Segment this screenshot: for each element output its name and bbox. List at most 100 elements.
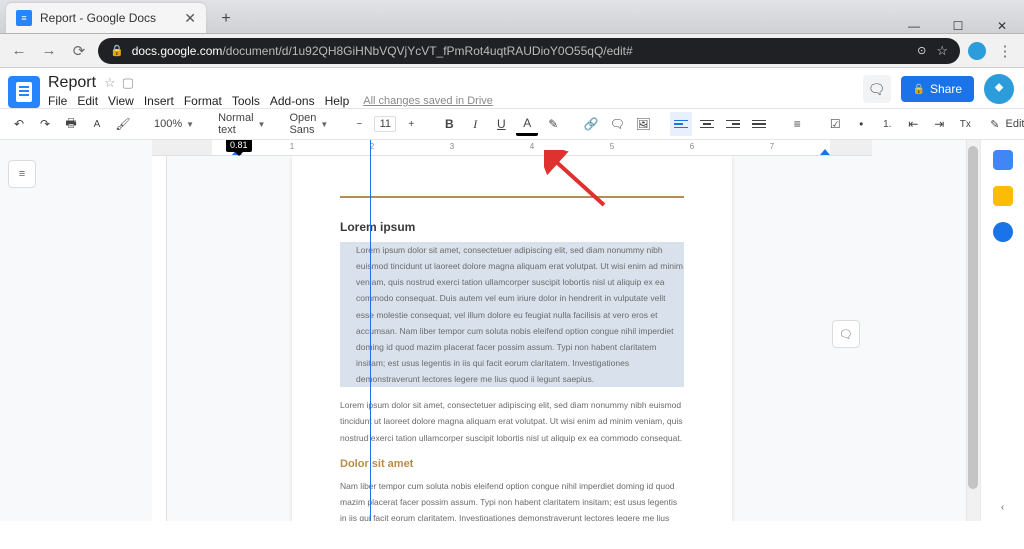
new-tab-button[interactable]: + [212, 5, 240, 33]
heading-1[interactable]: Lorem ipsum [340, 220, 684, 234]
nav-reload-button[interactable]: ⟳ [68, 40, 90, 62]
nav-forward-button[interactable]: → [38, 40, 60, 62]
zoom-select[interactable]: 100%▼ [150, 118, 198, 130]
menu-edit[interactable]: Edit [77, 94, 98, 108]
window-maximize-button[interactable]: ☐ [936, 19, 980, 33]
menu-bar: File Edit View Insert Format Tools Add-o… [48, 94, 493, 108]
font-family-select[interactable]: Open Sans▼ [285, 112, 332, 136]
insert-link-button[interactable]: 🔗 [580, 112, 602, 136]
docs-favicon-icon: ≡ [16, 10, 32, 26]
side-panel: ‹ [980, 140, 1024, 521]
outline-toggle-button[interactable]: ≡ [8, 160, 36, 188]
browser-tab-strip: ≡ Report - Google Docs ✕ + — ☐ ✕ [0, 0, 1024, 34]
numbered-list-button[interactable]: 1. [876, 112, 898, 136]
underline-button[interactable]: U [490, 112, 512, 136]
pencil-icon: ✎ [990, 118, 999, 131]
document-canvas[interactable]: 0.81 1 2 3 4 5 6 7 Lorem ipsum [44, 140, 980, 521]
nav-back-button[interactable]: ← [8, 40, 30, 62]
move-icon[interactable]: ▢ [122, 75, 134, 91]
paragraph[interactable]: Lorem ipsum dolor sit amet, consectetuer… [340, 397, 684, 445]
indent-tooltip: 0.81 [226, 140, 252, 152]
vertical-scrollbar[interactable] [966, 140, 980, 521]
increase-indent-button[interactable]: ⇥ [928, 112, 950, 136]
decrease-indent-button[interactable]: ⇤ [902, 112, 924, 136]
undo-button[interactable]: ↶ [8, 112, 30, 136]
address-bar[interactable]: 🔒 docs.google.com/document/d/1u92QH8GiHN… [98, 38, 960, 64]
menu-insert[interactable]: Insert [144, 94, 174, 108]
bold-button[interactable]: B [438, 112, 460, 136]
paragraph-selected[interactable]: Lorem ipsum dolor sit amet, consectetuer… [340, 242, 684, 387]
lock-icon: 🔒 [110, 44, 124, 57]
insert-image-button[interactable]: 🖼 [632, 112, 654, 136]
window-minimize-button[interactable]: — [892, 19, 936, 33]
open-comments-button[interactable]: 🗨 [863, 75, 891, 103]
ruler-mark: 1 [290, 142, 294, 151]
font-size-increase[interactable]: + [400, 112, 422, 136]
ruler-mark: 6 [690, 142, 694, 151]
menu-tools[interactable]: Tools [232, 94, 260, 108]
share-button[interactable]: Share [901, 76, 974, 102]
document-page[interactable]: Lorem ipsum Lorem ipsum dolor sit amet, … [292, 156, 732, 521]
calendar-icon[interactable] [993, 150, 1013, 170]
save-status[interactable]: All changes saved in Drive [363, 95, 493, 107]
docs-header: Report ☆ ▢ File Edit View Insert Format … [0, 68, 1024, 108]
account-avatar[interactable]: ⯁ [984, 74, 1014, 104]
hide-sidepanel-button[interactable]: ‹ [1001, 502, 1004, 513]
document-title[interactable]: Report [48, 74, 96, 92]
window-close-button[interactable]: ✕ [980, 19, 1024, 33]
paragraph-style-select[interactable]: Normal text▼ [214, 112, 269, 136]
italic-button[interactable]: I [464, 112, 486, 136]
tab-close-icon[interactable]: ✕ [184, 10, 196, 27]
ruler-mark: 3 [450, 142, 454, 151]
heading-2[interactable]: Dolor sit amet [340, 458, 684, 470]
extension-icon[interactable] [968, 42, 986, 60]
menu-file[interactable]: File [48, 94, 67, 108]
chevron-down-icon: ▼ [320, 120, 328, 129]
ruler-mark: 4 [530, 142, 534, 151]
browser-toolbar: ← → ⟳ 🔒 docs.google.com/document/d/1u92Q… [0, 34, 1024, 68]
line-spacing-button[interactable]: ≡ [786, 112, 808, 136]
text-color-button[interactable]: A [516, 112, 538, 136]
align-right-button[interactable] [722, 112, 744, 136]
align-justify-button[interactable] [748, 112, 770, 136]
docs-logo-icon[interactable] [8, 76, 40, 108]
chevron-down-icon: ▼ [186, 120, 194, 129]
chevron-down-icon: ▼ [258, 120, 266, 129]
menu-addons[interactable]: Add-ons [270, 94, 315, 108]
align-center-button[interactable] [696, 112, 718, 136]
add-comment-fab[interactable]: 🗨 [832, 320, 860, 348]
font-size-decrease[interactable]: − [348, 112, 370, 136]
browser-tab[interactable]: ≡ Report - Google Docs ✕ [6, 3, 206, 33]
horizontal-ruler[interactable]: 0.81 1 2 3 4 5 6 7 [152, 140, 872, 156]
right-indent-marker[interactable] [820, 149, 830, 155]
browser-menu-button[interactable]: ⋮ [994, 40, 1016, 62]
workspace: ≡ 0.81 1 2 3 4 5 6 7 [0, 140, 1024, 521]
formatting-toolbar: ↶ ↷ 🖶 A 🖌 100%▼ Normal text▼ Open Sans▼ … [0, 108, 1024, 140]
menu-format[interactable]: Format [184, 94, 222, 108]
bulleted-list-button[interactable]: • [850, 112, 872, 136]
highlight-color-button[interactable]: ✎ [542, 112, 564, 136]
keep-icon[interactable] [993, 186, 1013, 206]
window-controls: — ☐ ✕ [892, 19, 1024, 33]
indent-guide-line [370, 140, 371, 521]
menu-view[interactable]: View [108, 94, 134, 108]
vertical-ruler[interactable] [152, 156, 167, 521]
star-icon[interactable]: ☆ [104, 75, 116, 91]
paragraph[interactable]: Nam liber tempor cum soluta nobis eleife… [340, 478, 684, 521]
align-left-button[interactable] [670, 112, 692, 136]
add-comment-button[interactable]: 🗨 [606, 112, 628, 136]
menu-help[interactable]: Help [325, 94, 350, 108]
font-size-input[interactable]: 11 [374, 116, 396, 132]
title-rule [340, 196, 684, 198]
paint-format-button[interactable]: 🖌 [112, 112, 134, 136]
redo-button[interactable]: ↷ [34, 112, 56, 136]
bookmark-star-icon[interactable]: ☆ [936, 43, 948, 59]
ruler-mark: 7 [770, 142, 774, 151]
google-lens-icon[interactable]: ⊙ [917, 44, 926, 57]
clear-formatting-button[interactable]: Tx [954, 112, 976, 136]
print-button[interactable]: 🖶 [60, 112, 82, 136]
tasks-icon[interactable] [993, 222, 1013, 242]
editing-mode-select[interactable]: ✎ Editing ▼ [984, 118, 1024, 131]
checklist-button[interactable]: ☑ [824, 112, 846, 136]
spellcheck-button[interactable]: A [86, 112, 108, 136]
